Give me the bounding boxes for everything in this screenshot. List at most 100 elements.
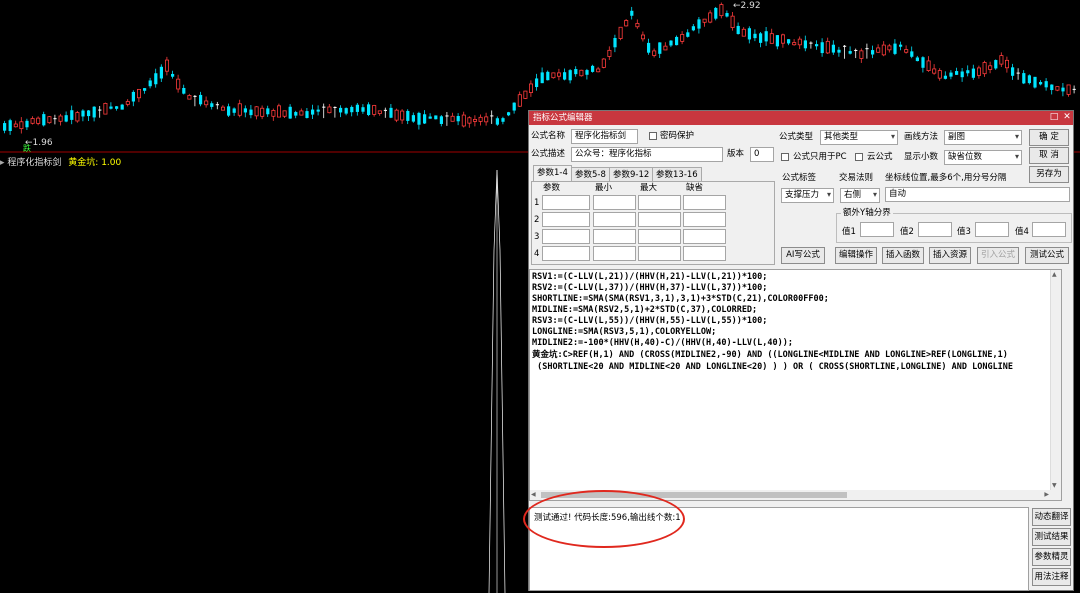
candle-body: [249, 109, 253, 116]
value-1-input[interactable]: [860, 222, 894, 237]
candle-body: [607, 49, 612, 57]
cancel-button[interactable]: 取 消: [1029, 147, 1069, 164]
param-3-min-input[interactable]: [593, 229, 636, 244]
candle-body: [669, 40, 673, 46]
param-1-min-input[interactable]: [593, 195, 636, 210]
value-2-input[interactable]: [918, 222, 952, 237]
formula-desc-input[interactable]: 公众号：程序化指标: [571, 147, 723, 162]
param-2-default-input[interactable]: [683, 212, 726, 227]
insert-resource-button[interactable]: 插入资源: [929, 247, 971, 264]
candle-body: [131, 91, 135, 102]
value-3-input[interactable]: [975, 222, 1009, 237]
collapse-icon[interactable]: ▸: [0, 158, 5, 168]
indicator-name[interactable]: 程序化指标剑: [7, 158, 61, 168]
candle-body: [148, 80, 152, 87]
param-1-name-input[interactable]: [542, 195, 590, 210]
test-formula-button[interactable]: 测试公式: [1025, 247, 1069, 264]
candle-body: [171, 73, 175, 77]
code-line: 黄金坑:C>REF(H,1) AND (CROSS(MIDLINE2,-90) …: [532, 350, 1008, 360]
tab-params-5-8[interactable]: 参数5-8: [571, 167, 610, 182]
candle-body: [753, 33, 757, 39]
param-4-name-input[interactable]: [542, 246, 590, 261]
candle-body: [507, 112, 511, 116]
candle-body: [103, 103, 108, 115]
formula-type-select[interactable]: 其他类型: [820, 130, 898, 145]
pc-only-checkbox[interactable]: [781, 153, 789, 161]
usage-notes-button[interactable]: 用法注释: [1032, 568, 1071, 586]
value-2-label: 值2: [900, 227, 914, 237]
formula-tag-label: 公式标签: [782, 173, 817, 183]
candle-body: [1011, 67, 1015, 76]
candle-body: [305, 111, 309, 118]
candle-body: [472, 118, 477, 122]
param-header-name: 参数: [543, 183, 561, 193]
tab-params-13-16[interactable]: 参数13-16: [652, 167, 702, 182]
candle-body: [647, 42, 651, 53]
candle-body: [730, 15, 735, 28]
maximize-icon[interactable]: □: [1048, 112, 1060, 123]
candle-body: [546, 71, 550, 81]
param-2-max-input[interactable]: [638, 212, 681, 227]
candle-body: [596, 68, 601, 73]
param-wizard-button[interactable]: 参数精灵: [1032, 548, 1071, 566]
candle-body: [1033, 76, 1037, 88]
code-editor[interactable]: RSV1:=(C-LLV(L,21))/(HHV(H,21)-LLV(L,21)…: [529, 269, 1062, 501]
param-1-default-input[interactable]: [683, 195, 726, 210]
candle-body: [949, 72, 953, 77]
candle-body: [797, 38, 802, 46]
value-4-input[interactable]: [1032, 222, 1066, 237]
param-1-max-input[interactable]: [638, 195, 681, 210]
candle-body: [428, 116, 432, 119]
scroll-down-icon[interactable]: ▼: [1052, 482, 1057, 489]
candle-body: [125, 101, 130, 105]
close-icon[interactable]: ✕: [1061, 112, 1073, 123]
save-as-button[interactable]: 另存为: [1029, 166, 1069, 183]
formula-tag-select[interactable]: 支撑压力: [781, 188, 834, 203]
ai-write-button[interactable]: AI写公式: [781, 247, 825, 264]
insert-function-button[interactable]: 插入函数: [882, 247, 924, 264]
candle-body: [680, 34, 685, 42]
candle-body: [792, 42, 797, 46]
cloud-checkbox[interactable]: [855, 153, 863, 161]
import-formula-button[interactable]: 引入公式: [977, 247, 1019, 264]
candle-body: [361, 107, 365, 112]
tab-params-9-12[interactable]: 参数9-12: [609, 167, 654, 182]
edit-ops-button[interactable]: 编辑操作: [835, 247, 877, 264]
decimals-select[interactable]: 缺省位数: [944, 150, 1022, 165]
candle-body: [686, 32, 690, 37]
ok-button[interactable]: 确 定: [1029, 129, 1069, 146]
draw-method-select[interactable]: 副图: [944, 130, 1022, 145]
param-2-min-input[interactable]: [593, 212, 636, 227]
candle-body: [618, 26, 623, 39]
code-line: LONGLINE:=SMA(RSV3,5,1),COLORYELLOW;: [532, 327, 717, 337]
tab-params-1-4[interactable]: 参数1-4: [533, 165, 572, 182]
param-3-max-input[interactable]: [638, 229, 681, 244]
code-line: RSV2:=(C-LLV(L,37))/(HHV(H,37)-LLV(L,37)…: [532, 283, 768, 293]
dialog-title-bar[interactable]: 指标公式编辑器 □ ✕: [529, 111, 1073, 125]
param-3-name-input[interactable]: [542, 229, 590, 244]
param-2-name-input[interactable]: [542, 212, 590, 227]
code-line: (SHORTLINE<20 AND MIDLINE<20 AND LONGLIN…: [532, 362, 1014, 372]
scroll-up-icon[interactable]: ▲: [1052, 271, 1057, 278]
scroll-left-icon[interactable]: ◀: [531, 491, 536, 498]
candle-body: [1055, 86, 1060, 91]
code-line: MIDLINE2:=-100*(HHV(H,40)-C)/(HHV(H,40)-…: [532, 338, 793, 348]
code-vertical-scrollbar[interactable]: ▲ ▼: [1050, 270, 1061, 500]
param-4-max-input[interactable]: [638, 246, 681, 261]
formula-name-input[interactable]: 程序化指标剑: [571, 129, 638, 144]
candle-body: [377, 110, 382, 114]
candle-body: [339, 107, 343, 113]
scroll-right-icon[interactable]: ▶: [1044, 491, 1049, 498]
password-checkbox[interactable]: [649, 132, 657, 140]
coord-input[interactable]: 自动: [885, 187, 1070, 202]
dynamic-translate-button[interactable]: 动态翻译: [1032, 508, 1071, 526]
param-4-min-input[interactable]: [593, 246, 636, 261]
trade-rule-select[interactable]: 右侧: [840, 188, 880, 203]
candle-body: [389, 107, 393, 118]
version-input[interactable]: 0: [750, 147, 774, 162]
candle-body: [641, 34, 646, 40]
param-3-default-input[interactable]: [683, 229, 726, 244]
param-4-default-input[interactable]: [683, 246, 726, 261]
candle-body: [232, 108, 236, 113]
test-result-button[interactable]: 测试结果: [1032, 528, 1071, 546]
